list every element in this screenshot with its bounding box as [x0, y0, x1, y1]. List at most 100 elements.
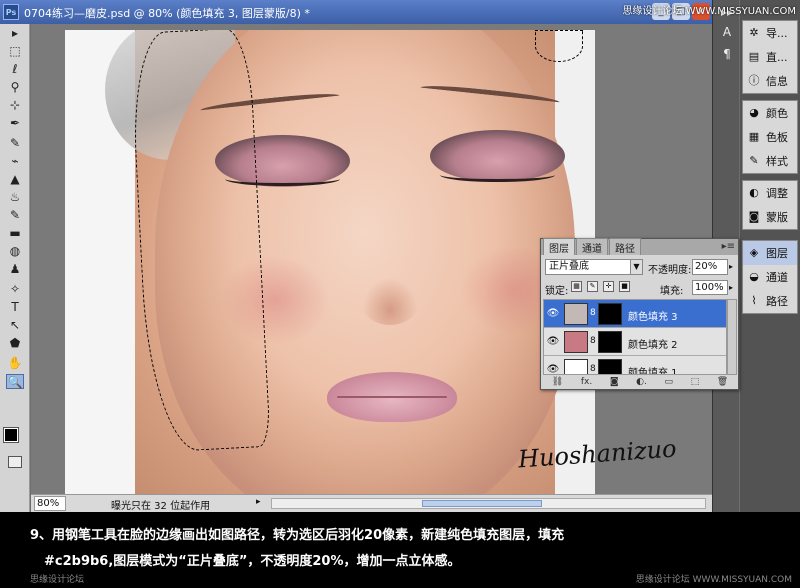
navigator-icon: ✲: [749, 26, 759, 39]
fill-field[interactable]: 100%: [692, 280, 728, 295]
dock-item-adjustments[interactable]: ◐ 调整: [743, 181, 797, 205]
zoom-tool-icon[interactable]: 🔍: [6, 374, 24, 389]
status-info: 曝光只在 32 位起作用: [111, 501, 211, 512]
styles-icon: ✎: [749, 154, 759, 167]
type-tool-icon[interactable]: T: [6, 300, 24, 315]
quick-select-tool-icon[interactable]: ⚲: [6, 80, 24, 95]
layer-row-color-fill-2[interactable]: 👁 8 颜色填充 2: [544, 328, 726, 356]
panel-menu-icon[interactable]: ▸≡: [722, 241, 735, 252]
path-select-tool-icon[interactable]: ↖: [6, 318, 24, 333]
marquee-tool-icon[interactable]: ⬚: [6, 44, 24, 59]
clone-stamp-tool-icon[interactable]: ▲: [6, 172, 24, 187]
dock-item-styles[interactable]: ✎ 样式: [743, 149, 797, 173]
dock-item-paths[interactable]: ⌇ 路径: [743, 289, 797, 313]
tab-paths[interactable]: 路径: [609, 238, 641, 255]
chevron-down-icon: ▼: [630, 260, 642, 274]
add-mask-icon[interactable]: ◙: [610, 377, 619, 389]
tools-panel: ▸ ⬚ ℓ ⚲ ⊹ ✒ ✎ ⌁ ▲ ♨ ✎ ▬ ◍ ♟ ✧ T ↖ ⬟ ✋ 🔍: [0, 24, 30, 512]
brush-tool-icon[interactable]: ⌁: [6, 154, 24, 169]
new-adjustment-layer-icon[interactable]: ◐.: [636, 377, 647, 389]
swatches-icon: ▦: [748, 130, 760, 143]
gradient-tool-icon[interactable]: ▬: [6, 226, 24, 241]
dock-item-info[interactable]: ⓘ 信息: [743, 69, 797, 93]
color-icon: ◕: [749, 106, 759, 119]
fill-color-thumbnail[interactable]: [564, 359, 588, 374]
lock-transparency-icon[interactable]: ▦: [571, 281, 582, 292]
foreground-color-swatch[interactable]: [3, 427, 19, 443]
shape-tool-icon[interactable]: ⬟: [6, 336, 24, 351]
lasso-tool-icon[interactable]: ℓ: [6, 62, 24, 77]
fill-color-thumbnail[interactable]: [564, 303, 588, 325]
blur-tool-icon[interactable]: ◍: [6, 244, 24, 259]
watermark-top: 思缘设计论坛 WWW.MISSYUAN.COM: [622, 6, 796, 17]
scrollbar-thumb[interactable]: [422, 500, 542, 507]
history-brush-tool-icon[interactable]: ♨: [6, 190, 24, 205]
new-group-icon[interactable]: ▭: [664, 377, 673, 389]
new-layer-icon[interactable]: ⬚: [691, 377, 700, 389]
dock-item-swatches[interactable]: ▦ 色板: [743, 125, 797, 149]
crop-tool-icon[interactable]: ⊹: [6, 98, 24, 113]
channels-icon: ◒: [749, 270, 759, 283]
layers-panel: 图层 通道 路径 ▸≡ 正片叠底 ▼ 不透明度: 20% ▸ 锁定: ▦ ✎ ✛…: [540, 238, 739, 390]
dock-item-layers[interactable]: ◈ 图层: [743, 241, 797, 265]
lock-position-icon[interactable]: ✛: [603, 281, 614, 292]
chain-link-icon[interactable]: 8: [590, 308, 596, 318]
paths-icon: ⌇: [751, 294, 757, 307]
dock-item-channels[interactable]: ◒ 通道: [743, 265, 797, 289]
eraser-tool-icon[interactable]: ✎: [6, 208, 24, 223]
dock-item-histogram[interactable]: ▤ 直...: [743, 45, 797, 69]
paragraph-panel-icon[interactable]: ¶: [719, 46, 735, 62]
visibility-eye-icon[interactable]: 👁: [546, 336, 560, 348]
dock-group-adjust: ◐ 调整 ◙ 蒙版: [742, 180, 798, 230]
watermark-bottom-left: 思缘设计论坛: [30, 575, 85, 585]
tab-channels[interactable]: 通道: [576, 238, 608, 255]
blend-mode-select[interactable]: 正片叠底 ▼: [545, 259, 643, 275]
dock-item-navigator[interactable]: ✲ 导...: [743, 21, 797, 45]
link-layers-icon[interactable]: ⛓: [552, 377, 563, 389]
eyedropper-tool-icon[interactable]: ✒: [6, 116, 24, 131]
status-menu-arrow-icon[interactable]: ▸: [256, 497, 261, 507]
layer-row-color-fill-1[interactable]: 👁 8 颜色填充 1: [544, 356, 726, 374]
dock-item-masks[interactable]: ◙ 蒙版: [743, 205, 797, 229]
dock-group-navigation: ✲ 导... ▤ 直... ⓘ 信息: [742, 20, 798, 94]
dodge-tool-icon[interactable]: ♟: [6, 262, 24, 277]
zoom-level-field[interactable]: 80%: [34, 496, 66, 511]
fill-color-thumbnail[interactable]: [564, 331, 588, 353]
visibility-eye-icon[interactable]: 👁: [546, 364, 560, 374]
layer-mask-thumbnail[interactable]: [598, 359, 622, 374]
lock-pixels-icon[interactable]: ✎: [587, 281, 598, 292]
tab-layers[interactable]: 图层: [543, 238, 575, 255]
opacity-label: 不透明度:: [648, 265, 692, 276]
dock-group-layers: ◈ 图层 ◒ 通道 ⌇ 路径: [742, 240, 798, 314]
caption-line-1: 9、用钢笔工具在脸的边缘画出如图路径，转为选区后羽化20像素，新建纯色填充图层，…: [30, 528, 565, 543]
visibility-eye-icon[interactable]: 👁: [546, 308, 560, 320]
lock-all-icon[interactable]: ■: [619, 281, 630, 292]
dock-group-color: ◕ 颜色 ▦ 色板 ✎ 样式: [742, 100, 798, 174]
horizontal-scrollbar[interactable]: [271, 498, 706, 509]
layer-mask-thumbnail[interactable]: [598, 303, 622, 325]
chain-link-icon[interactable]: 8: [590, 364, 596, 374]
layers-list: 👁 8 颜色填充 3 👁 8 颜色填充 2 👁 8 颜色填充 1: [543, 299, 727, 375]
nose: [360, 275, 420, 325]
masks-icon: ◙: [748, 210, 760, 223]
layer-row-color-fill-3[interactable]: 👁 8 颜色填充 3: [544, 300, 726, 328]
pen-tool-icon[interactable]: ✧: [6, 282, 24, 297]
dock-item-color[interactable]: ◕ 颜色: [743, 101, 797, 125]
character-panel-icon[interactable]: A: [719, 24, 735, 40]
layers-vertical-scrollbar[interactable]: [727, 299, 737, 375]
layer-mask-thumbnail[interactable]: [598, 331, 622, 353]
layers-icon: ◈: [749, 246, 759, 259]
layer-style-icon[interactable]: fx.: [581, 377, 592, 389]
opacity-field[interactable]: 20%: [692, 259, 728, 275]
hand-tool-icon[interactable]: ✋: [6, 356, 24, 371]
portrait-photo: [65, 30, 595, 494]
document-titlebar: Ps 0704练习—磨皮.psd @ 80% (颜色填充 3, 图层蒙版/8) …: [0, 0, 712, 24]
fill-slider-arrow-icon[interactable]: ▸: [729, 280, 733, 295]
move-tool-icon[interactable]: ▸: [6, 26, 24, 41]
quick-mask-icon[interactable]: [8, 456, 22, 468]
chain-link-icon[interactable]: 8: [590, 336, 596, 346]
delete-layer-icon[interactable]: 🗑: [717, 377, 728, 389]
opacity-slider-arrow-icon[interactable]: ▸: [729, 259, 739, 275]
layer-name: 颜色填充 3: [628, 312, 678, 323]
healing-brush-tool-icon[interactable]: ✎: [6, 136, 24, 151]
